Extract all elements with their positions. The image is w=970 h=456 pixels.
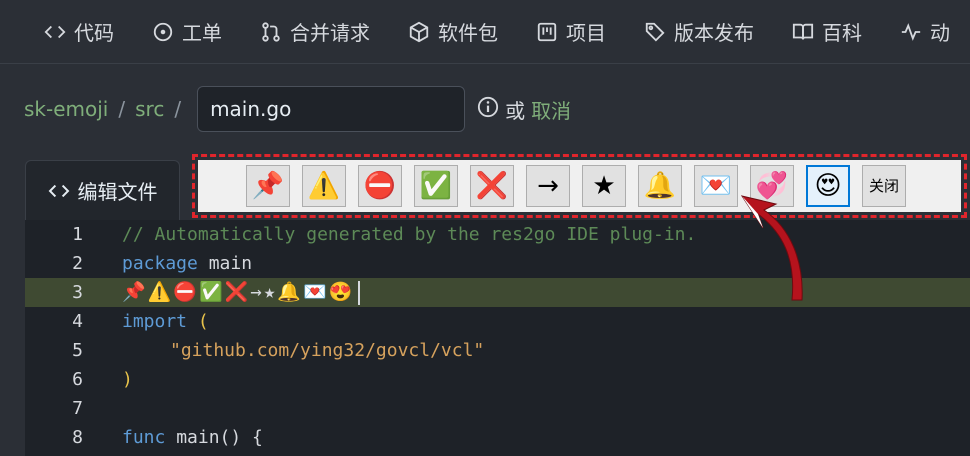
tab-edit-file[interactable]: 编辑文件 (25, 160, 180, 220)
cancel-link[interactable]: 取消 (531, 95, 571, 124)
project-icon (536, 21, 558, 43)
line-number: 8 (72, 427, 83, 448)
emoji-char: 😍 (328, 281, 353, 303)
code-text: main (197, 253, 253, 274)
tag-icon (644, 21, 666, 43)
code-editor[interactable]: 1 // Automatically generated by the res2… (25, 220, 970, 456)
tab-edit-file-label: 编辑文件 (77, 180, 158, 204)
code-text: ) (122, 369, 133, 390)
code-line: 5 "github.com/ying32/govcl/vcl" (25, 336, 970, 365)
package-icon (408, 21, 430, 43)
line-number: 7 (72, 398, 83, 419)
emoji-char: ★ (263, 281, 276, 303)
nav-activity-label: 动 (930, 21, 950, 45)
breadcrumb-dir-link[interactable]: src (135, 97, 164, 121)
nav-pull-requests[interactable]: 合并请求 (260, 17, 370, 46)
book-icon (792, 21, 814, 43)
line-number: 3 (72, 282, 83, 303)
nav-activity[interactable]: 动 (900, 17, 950, 46)
line-number: 6 (72, 369, 83, 390)
code-comment: // Automatically generated by the res2go… (122, 224, 697, 245)
code-line: 7 (25, 394, 970, 423)
nav-issues[interactable]: 工单 (152, 17, 222, 46)
emoji-char: → (250, 281, 262, 303)
nav-projects-label: 项目 (566, 21, 606, 45)
nav-packages[interactable]: 软件包 (408, 17, 498, 46)
code-text: ( (187, 311, 209, 332)
annotation-arrow-icon (740, 195, 803, 301)
emoji-char: ✅ (199, 281, 223, 303)
nav-packages-label: 软件包 (438, 21, 498, 45)
emoji-toolbar: 📌 ⚠️ ⛔ ✅ ❌ → ★ 🔔 💌 💞 😍 关闭 (198, 160, 961, 212)
emoji-button-star[interactable]: ★ (582, 165, 626, 207)
nav-releases[interactable]: 版本发布 (644, 17, 754, 46)
code-line-current: 3 📌 ⚠️ ⛔ ✅ ❌ → ★ 🔔 💌 😍 (25, 278, 970, 307)
nav-projects[interactable]: 项目 (536, 17, 606, 46)
code-line: 2 package main (25, 249, 970, 278)
text-cursor (358, 280, 361, 305)
code-line: 4 import ( (25, 307, 970, 336)
emoji-char: 💌 (302, 281, 327, 303)
code-keyword: func (122, 427, 166, 448)
code-string: "github.com/ying32/govcl/vcl" (170, 340, 485, 361)
filename-input[interactable] (197, 86, 466, 132)
code-icon (44, 21, 66, 43)
nav-wiki-label: 百科 (822, 21, 862, 45)
pull-request-icon (260, 21, 282, 43)
code-keyword: package (122, 253, 198, 274)
issue-icon (152, 21, 174, 43)
activity-icon (900, 21, 922, 43)
breadcrumb-separator: / (118, 97, 126, 121)
inserted-emoji: 📌 ⚠️ ⛔ ✅ ❌ → ★ 🔔 💌 😍 (122, 278, 361, 307)
emoji-char: 🔔 (277, 281, 301, 303)
nav-issues-label: 工单 (182, 21, 222, 45)
code-line: 6 ) (25, 365, 970, 394)
nav-releases-label: 版本发布 (674, 21, 754, 45)
emoji-button-cross[interactable]: ❌ (470, 165, 514, 207)
emoji-button-warning[interactable]: ⚠️ (302, 165, 346, 207)
code-line: 1 // Automatically generated by the res2… (25, 220, 970, 249)
close-button[interactable]: 关闭 (862, 165, 906, 207)
code-text: main() { (165, 427, 263, 448)
emoji-button-no-entry[interactable]: ⛔ (358, 165, 402, 207)
emoji-char: ❌ (224, 281, 249, 303)
code-keyword: import (122, 311, 188, 332)
emoji-char: ⛔ (173, 281, 198, 303)
breadcrumb-separator: / (174, 97, 182, 121)
or-text: 或 (505, 98, 526, 123)
line-number: 5 (72, 340, 83, 361)
nav-code[interactable]: 代码 (44, 17, 114, 46)
repo-nav: 代码 工单 合并请求 软件包 项目 版本发布 百科 动 (0, 0, 970, 64)
line-number: 1 (72, 224, 83, 245)
nav-wiki[interactable]: 百科 (792, 17, 862, 46)
code-line: 8 func main() { (25, 423, 970, 452)
info-icon[interactable] (477, 96, 499, 123)
emoji-button-pushpin[interactable]: 📌 (246, 165, 290, 207)
emoji-button-heart-eyes[interactable]: 😍 (806, 165, 850, 207)
emoji-char: ⚠️ (147, 281, 172, 303)
emoji-button-bell[interactable]: 🔔 (638, 165, 682, 207)
line-number: 2 (72, 253, 83, 274)
code-icon (48, 184, 69, 197)
breadcrumb-repo-link[interactable]: sk-emoji (24, 97, 108, 121)
emoji-char: 📌 (122, 281, 146, 303)
emoji-button-check[interactable]: ✅ (414, 165, 458, 207)
line-number: 4 (72, 311, 83, 332)
emoji-button-arrow[interactable]: → (526, 165, 570, 207)
nav-code-label: 代码 (74, 21, 114, 45)
breadcrumb: sk-emoji / src / 或 取消 (24, 84, 571, 134)
filename-help: 或 取消 (477, 95, 571, 124)
nav-pull-requests-label: 合并请求 (290, 21, 370, 45)
